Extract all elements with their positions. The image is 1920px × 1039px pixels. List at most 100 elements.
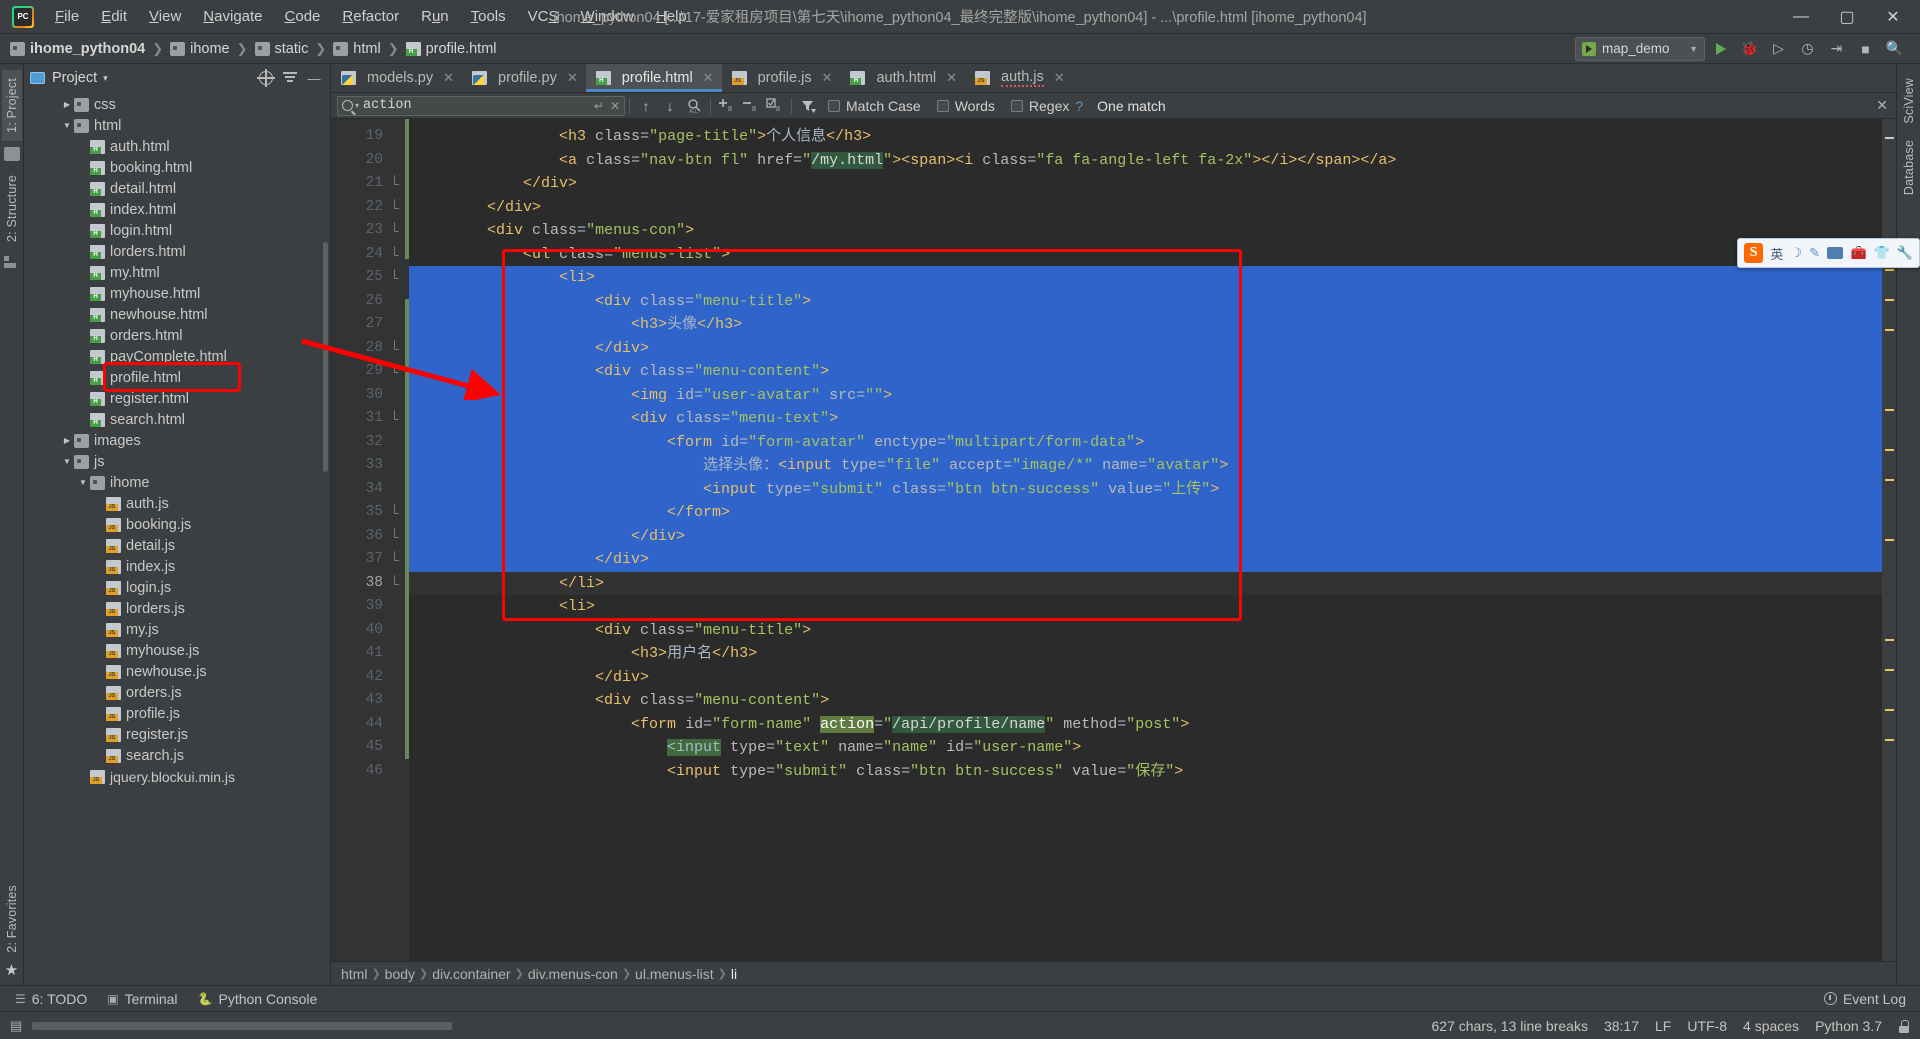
filter-icon[interactable] — [796, 95, 820, 117]
tree-item[interactable]: register.js — [24, 724, 330, 745]
tree-item[interactable]: register.html — [24, 388, 330, 409]
line-number[interactable]: 24 — [331, 243, 391, 267]
window-controls[interactable]: — ▢ ✕ — [1778, 1, 1920, 33]
toolbox-icon[interactable]: 🧰 — [1850, 245, 1866, 261]
menu-edit[interactable]: Edit — [90, 4, 138, 29]
fold-marker[interactable] — [391, 243, 405, 267]
fold-marker[interactable] — [391, 313, 405, 337]
line-number[interactable]: 22 — [331, 196, 391, 220]
line-number[interactable]: 21 — [331, 172, 391, 196]
close-button[interactable]: ✕ — [1870, 1, 1916, 33]
line-number[interactable]: 26 — [331, 290, 391, 314]
fold-marker[interactable] — [391, 384, 405, 408]
find-all-icon[interactable]: ALL — [682, 95, 706, 117]
code-line[interactable]: </form> — [409, 501, 1882, 525]
minimize-button[interactable]: — — [1778, 1, 1824, 33]
fold-marker[interactable] — [391, 149, 405, 173]
code-line[interactable]: <h3 class="page-title">个人信息</h3> — [409, 125, 1882, 149]
code-line[interactable]: <h3>用户名</h3> — [409, 642, 1882, 666]
code-line[interactable]: <a class="nav-btn fl" href="/my.html"><s… — [409, 149, 1882, 173]
line-number[interactable]: 23 — [331, 219, 391, 243]
close-icon[interactable]: ✕ — [703, 70, 714, 86]
status-indent[interactable]: 4 spaces — [1743, 1018, 1799, 1034]
status-caret-position[interactable]: 38:17 — [1604, 1018, 1639, 1034]
close-icon[interactable]: ✕ — [610, 99, 620, 113]
editor-tab-profile-js[interactable]: profile.js ✕ — [722, 64, 841, 92]
menu-tools[interactable]: Tools — [460, 4, 517, 29]
tree-item[interactable]: booking.js — [24, 514, 330, 535]
tree-item[interactable]: lorders.html — [24, 241, 330, 262]
line-number[interactable]: 28 — [331, 337, 391, 361]
fold-marker[interactable] — [391, 713, 405, 737]
run-coverage-button[interactable]: ▷ — [1765, 36, 1792, 62]
code-line[interactable]: </div> — [409, 524, 1882, 548]
code-line[interactable]: </div> — [409, 172, 1882, 196]
debug-button[interactable]: 🐞 — [1736, 36, 1763, 62]
code-line[interactable]: <li> — [409, 266, 1882, 290]
code-line[interactable]: <form id="form-avatar" enctype="multipar… — [409, 430, 1882, 454]
fold-marker[interactable] — [391, 266, 405, 290]
tree-item[interactable]: ▼ ihome — [24, 472, 330, 493]
keyboard-icon[interactable] — [1826, 247, 1844, 259]
search-input[interactable]: ▾ action ↵ ✕ — [337, 95, 625, 116]
tree-item[interactable]: login.html — [24, 220, 330, 241]
collapse-all-button[interactable] — [280, 68, 300, 88]
menu-help[interactable]: Help — [645, 4, 698, 29]
fold-marker[interactable] — [391, 689, 405, 713]
tree-item[interactable]: search.html — [24, 409, 330, 430]
fold-marker[interactable] — [391, 290, 405, 314]
menu-navigate[interactable]: Navigate — [192, 4, 273, 29]
tree-item[interactable]: login.js — [24, 577, 330, 598]
fold-marker[interactable] — [391, 407, 405, 431]
tool-terminal[interactable]: ▣ Terminal — [98, 989, 186, 1009]
fold-marker[interactable] — [391, 572, 405, 596]
code-line[interactable]: <img id="user-avatar" src=""> — [409, 383, 1882, 407]
fold-marker[interactable] — [391, 736, 405, 760]
line-number[interactable]: 30 — [331, 384, 391, 408]
line-number[interactable]: 29 — [331, 360, 391, 384]
regex-help-icon[interactable]: ? — [1075, 98, 1083, 114]
menu-window[interactable]: Window — [570, 4, 645, 29]
tree-item[interactable]: index.js — [24, 556, 330, 577]
menu-refactor[interactable]: Refactor — [331, 4, 410, 29]
remove-selection-icon[interactable]: II — [739, 95, 763, 117]
line-number[interactable]: 38💡 — [331, 572, 416, 596]
editor-tab-bar[interactable]: models.py✕profile.py✕profile.html✕profil… — [331, 64, 1896, 93]
menu-run[interactable]: Run — [410, 4, 460, 29]
tree-item[interactable]: payComplete.html — [24, 346, 330, 367]
fold-marker[interactable] — [391, 172, 405, 196]
fold-marker[interactable] — [391, 125, 405, 149]
status-interpreter[interactable]: Python 3.7 — [1815, 1018, 1882, 1034]
words-checkbox[interactable]: Words — [929, 98, 1003, 114]
fold-marker[interactable] — [391, 525, 405, 549]
breadcrumb-item-ihome[interactable]: ihome — [166, 39, 234, 59]
stop-button[interactable]: ■ — [1852, 36, 1879, 62]
status-toggle-toolbar-icon[interactable]: ▤ — [10, 1018, 22, 1034]
code-line[interactable]: <li> — [409, 595, 1882, 619]
editor-tab-auth-js[interactable]: auth.js ✕ — [965, 64, 1073, 92]
sidebar-item-sciview[interactable]: SciView — [1899, 70, 1919, 132]
line-number[interactable]: 40 — [331, 619, 391, 643]
line-number[interactable]: 33 — [331, 454, 391, 478]
tree-item[interactable]: my.js — [24, 619, 330, 640]
line-number[interactable]: 25 — [331, 266, 391, 290]
tree-item[interactable]: newhouse.html — [24, 304, 330, 325]
code-line[interactable]: <input type="text" name="name" id="user-… — [409, 736, 1882, 760]
code-line[interactable]: </li> — [409, 571, 1882, 595]
line-number[interactable]: 37 — [331, 548, 391, 572]
code-line[interactable]: <input type="submit" class="btn btn-succ… — [409, 477, 1882, 501]
code-folding-gutter[interactable] — [391, 119, 405, 961]
status-encoding[interactable]: UTF-8 — [1687, 1018, 1727, 1034]
tree-item[interactable]: ▼ html — [24, 115, 330, 136]
editor-tab-profile-py[interactable]: profile.py ✕ — [462, 64, 586, 92]
editor-breadcrumb-item[interactable]: html — [337, 966, 371, 982]
tree-item[interactable]: booking.html — [24, 157, 330, 178]
editor-breadcrumb-item[interactable]: div.menus-con — [524, 966, 622, 982]
tree-item[interactable]: detail.html — [24, 178, 330, 199]
status-line-separator[interactable]: LF — [1655, 1018, 1671, 1034]
code-line[interactable]: </div> — [409, 548, 1882, 572]
tree-item[interactable]: my.html — [24, 262, 330, 283]
line-number[interactable]: 44 — [331, 713, 391, 737]
close-icon[interactable]: ✕ — [567, 70, 578, 86]
tree-item[interactable]: profile.js — [24, 703, 330, 724]
